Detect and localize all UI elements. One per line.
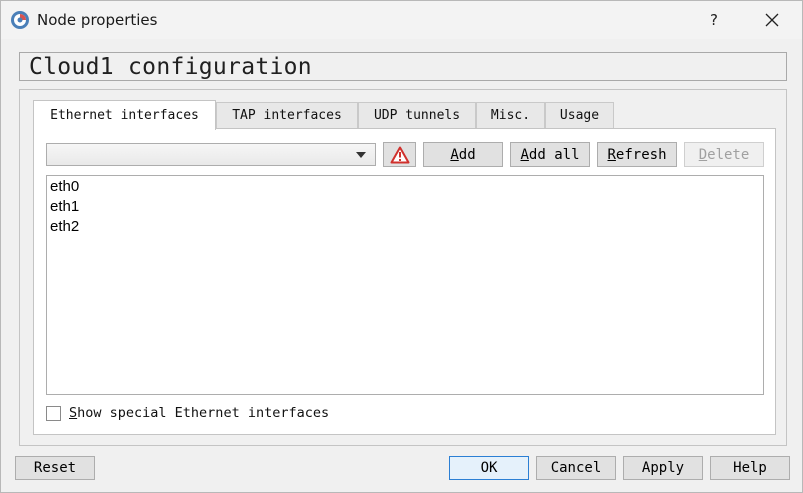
list-item[interactable]: eth2 — [47, 217, 763, 237]
help-title-button[interactable]: ? — [691, 1, 737, 39]
delete-button[interactable]: Delete — [684, 142, 764, 167]
tab-ethernet-interfaces[interactable]: Ethernet interfaces — [33, 100, 216, 130]
apply-button[interactable]: Apply — [623, 456, 703, 480]
show-special-interfaces-row[interactable]: Show special Ethernet interfaces — [46, 404, 329, 422]
node-properties-dialog: Node properties ? Cloud1 configuration E… — [0, 0, 803, 493]
close-button[interactable] — [749, 1, 795, 39]
tab-usage[interactable]: Usage — [545, 102, 614, 128]
refresh-button[interactable]: Refresh — [597, 142, 677, 167]
tab-udp-tunnels[interactable]: UDP tunnels — [358, 102, 476, 128]
page-title: Cloud1 configuration — [29, 54, 312, 80]
gns3-icon — [11, 11, 29, 29]
list-item[interactable]: eth0 — [47, 177, 763, 197]
title-bar[interactable]: Node properties ? — [1, 1, 802, 39]
interface-combo[interactable] — [46, 143, 376, 166]
add-all-button[interactable]: Add all — [510, 142, 590, 167]
show-special-interfaces-checkbox[interactable] — [46, 405, 61, 421]
warning-button[interactable] — [383, 142, 416, 167]
window-title: Node properties — [37, 11, 158, 29]
reset-button[interactable]: Reset — [15, 456, 95, 480]
chevron-down-icon — [356, 152, 366, 158]
interfaces-list[interactable]: eth0 eth1 eth2 — [46, 175, 764, 395]
configuration-header: Cloud1 configuration — [19, 52, 787, 81]
help-button[interactable]: Help — [710, 456, 790, 480]
ok-button[interactable]: OK — [449, 456, 529, 480]
warning-icon — [390, 146, 409, 163]
add-button[interactable]: Add — [423, 142, 503, 167]
cancel-button[interactable]: Cancel — [536, 456, 616, 480]
close-icon — [765, 13, 779, 27]
list-item[interactable]: eth1 — [47, 197, 763, 217]
tab-tap-interfaces[interactable]: TAP interfaces — [216, 102, 358, 128]
show-special-interfaces-label: Show special Ethernet interfaces — [69, 405, 330, 421]
tab-misc[interactable]: Misc. — [476, 102, 545, 128]
